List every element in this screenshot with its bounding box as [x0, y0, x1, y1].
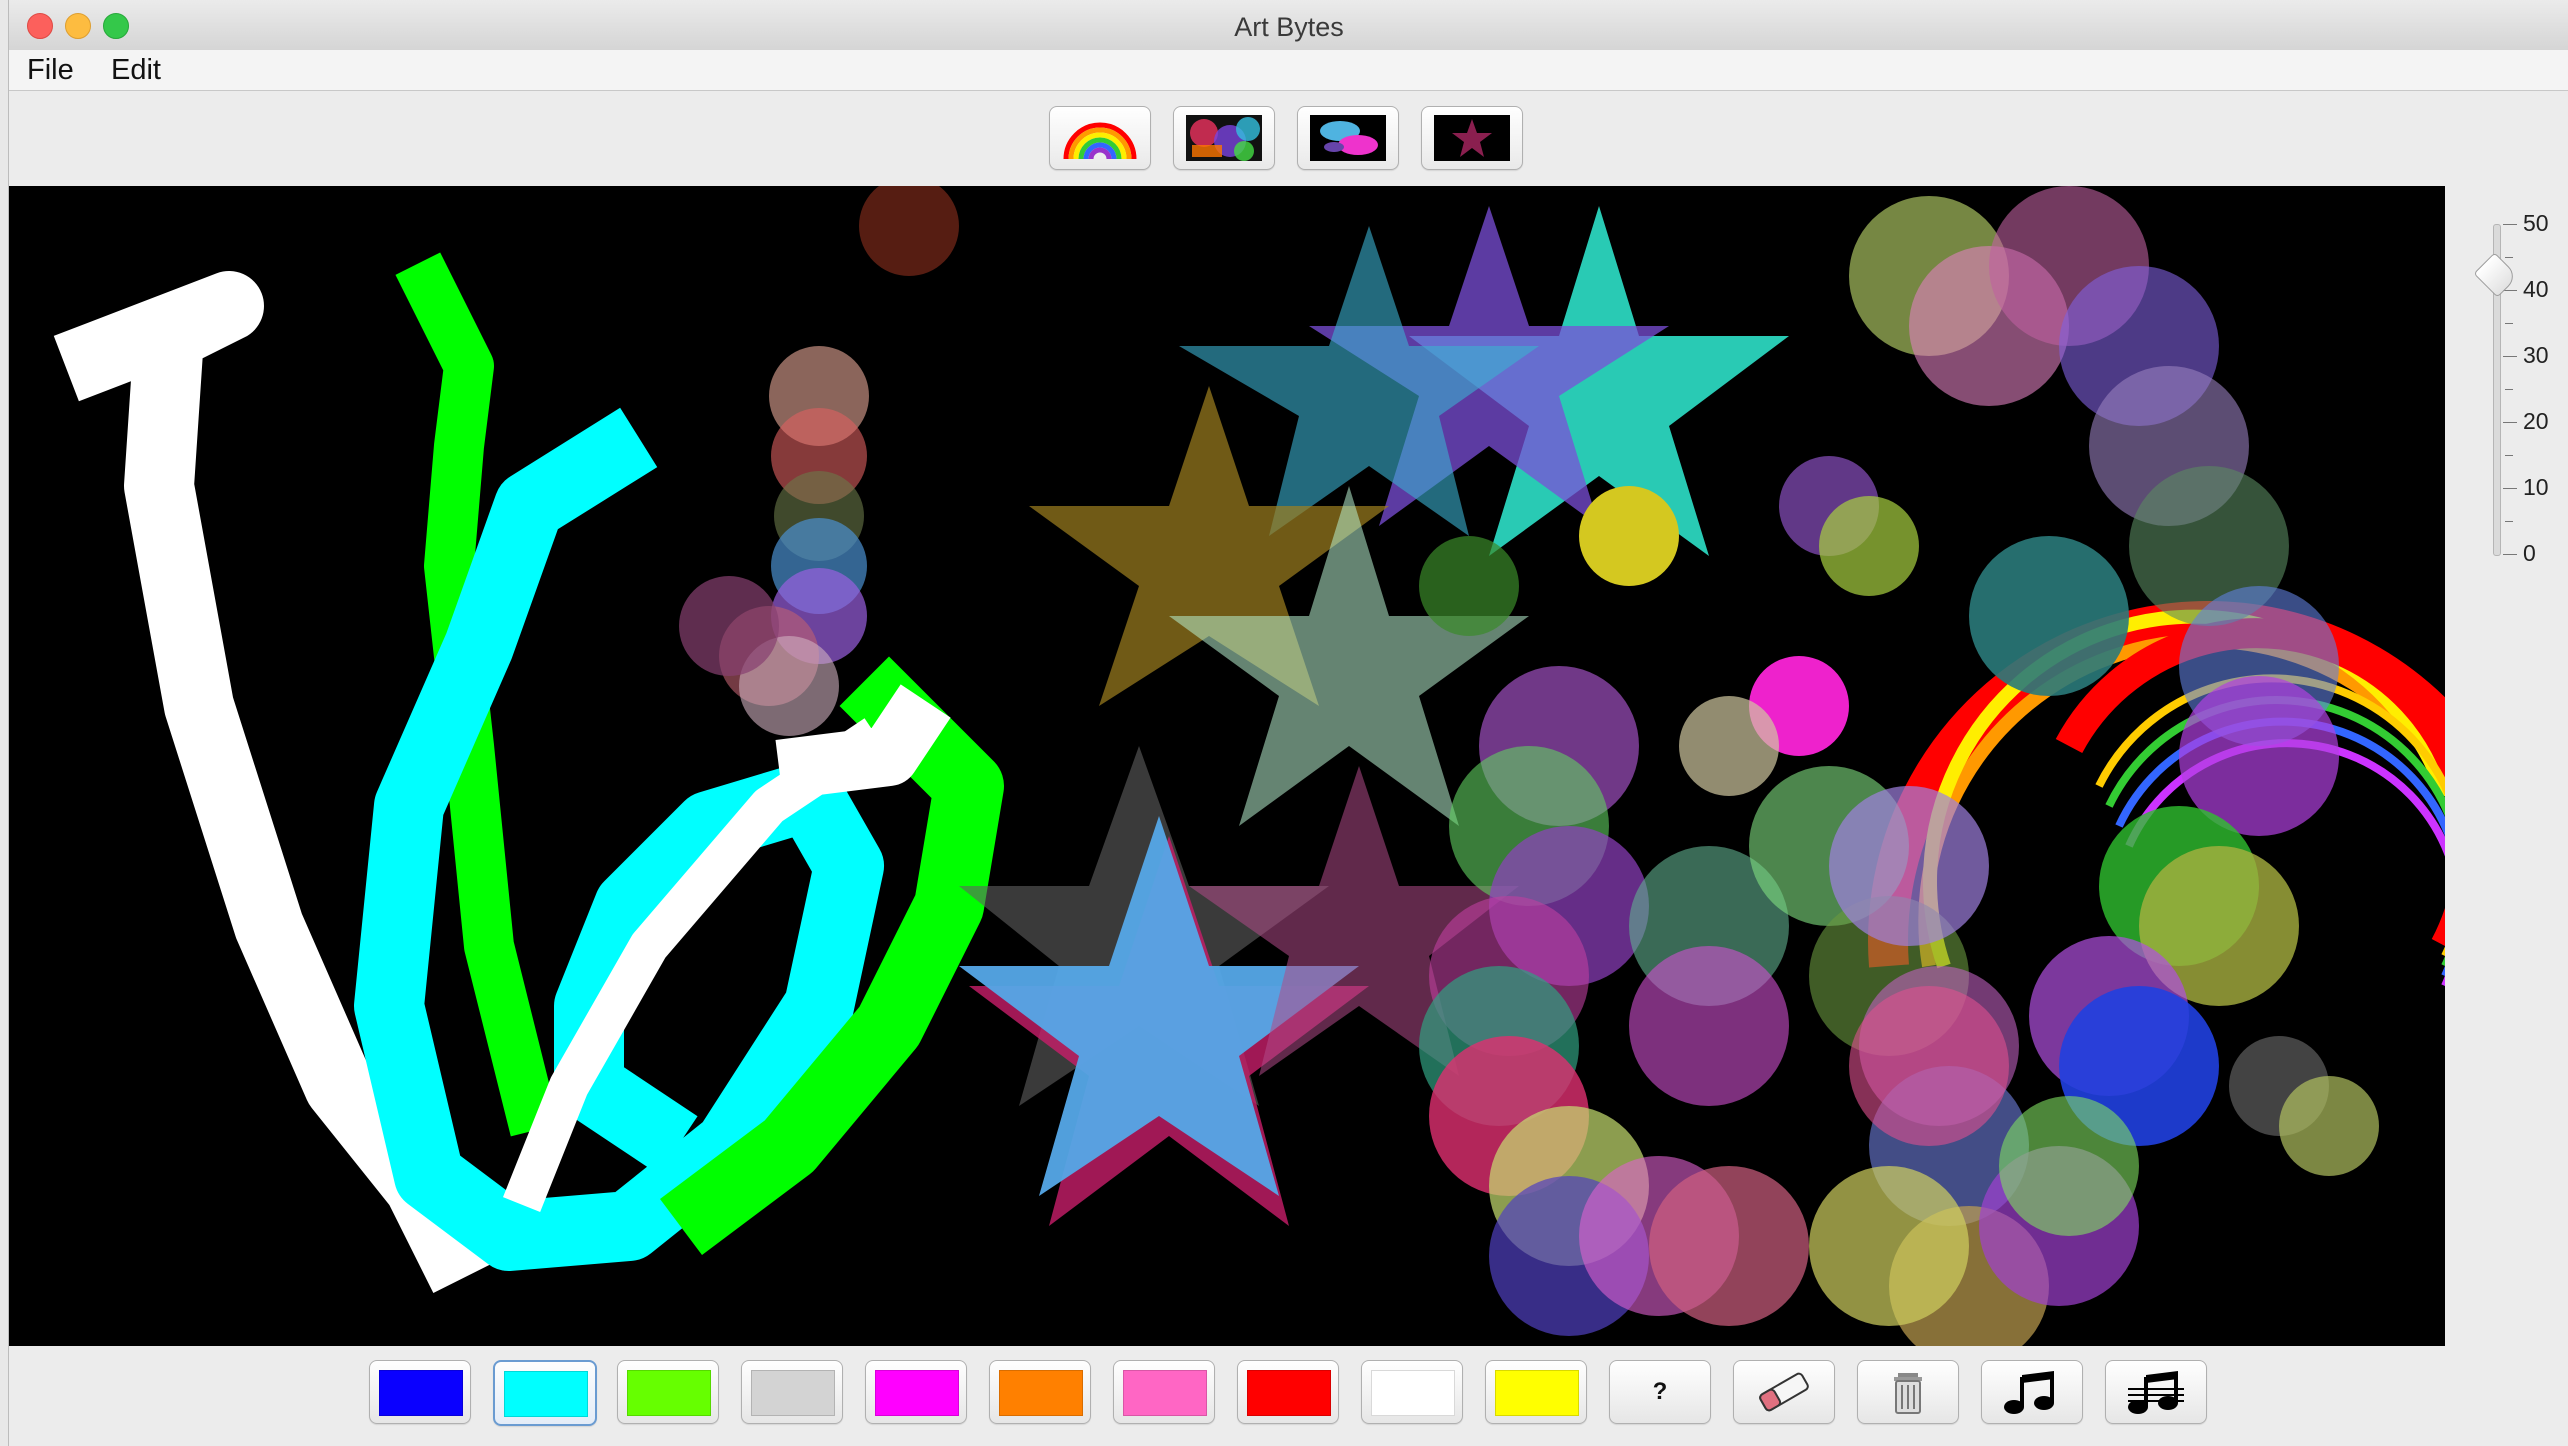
rainbow-icon: [1063, 122, 1137, 160]
ovals-icon: [1310, 115, 1386, 161]
eraser-icon: [1759, 1372, 1809, 1412]
title-bar: Art Bytes: [9, 0, 2568, 51]
music-off-button[interactable]: [2105, 1360, 2207, 1424]
color-swatch: [504, 1371, 588, 1417]
color-green-button[interactable]: [617, 1360, 719, 1424]
slider-tick: [2503, 290, 2517, 291]
menu-file[interactable]: File: [27, 54, 74, 87]
slider-tick: [2503, 422, 2517, 423]
clear-canvas-button[interactable]: [1857, 1360, 1959, 1424]
window-title: Art Bytes: [1234, 12, 1344, 42]
star-stamp-button[interactable]: [1421, 106, 1523, 170]
rainbow-stamp-button[interactable]: [1049, 106, 1151, 170]
color-swatch: [1371, 1370, 1455, 1416]
color-swatch: [751, 1370, 835, 1416]
slider-tick: [2503, 554, 2517, 555]
drawing-canvas[interactable]: [9, 186, 2445, 1346]
color-swatch: [1247, 1370, 1331, 1416]
music-on-button[interactable]: [1981, 1360, 2083, 1424]
trash-icon: [1894, 1373, 1922, 1414]
ovals-stamp-button[interactable]: [1297, 106, 1399, 170]
color-swatch: [1123, 1370, 1207, 1416]
color-magenta-button[interactable]: [865, 1360, 967, 1424]
slider-tick: [2505, 455, 2513, 456]
color-swatch: [627, 1370, 711, 1416]
slider-label-0: 0: [2523, 540, 2536, 566]
palette-toolbar: ?: [9, 1360, 2568, 1432]
slider-label-10: 10: [2523, 474, 2549, 500]
color-gray-button[interactable]: [741, 1360, 843, 1424]
slider-label-30: 30: [2523, 342, 2549, 368]
color-yellow-button[interactable]: [1485, 1360, 1587, 1424]
color-white-button[interactable]: [1361, 1360, 1463, 1424]
music-note-muted-icon: [2128, 1371, 2184, 1414]
brush-size-slider[interactable]: 50 40 30 20 10 0: [2469, 200, 2568, 570]
stamp-toolbar: [9, 106, 2568, 174]
artwork: [53, 186, 2445, 1346]
color-pink-button[interactable]: [1113, 1360, 1215, 1424]
collage-icon: [1186, 115, 1262, 161]
random-color-label: ?: [1652, 1378, 1668, 1405]
menu-bar: File Edit: [9, 50, 2568, 91]
eraser-button[interactable]: [1733, 1360, 1835, 1424]
menu-edit[interactable]: Edit: [111, 54, 161, 87]
music-note-icon: [2004, 1371, 2054, 1414]
slider-tick: [2503, 356, 2517, 357]
slider-tick: [2505, 389, 2513, 390]
star-icon: [1434, 115, 1510, 161]
slider-tick: [2505, 257, 2513, 258]
random-color-button[interactable]: ?: [1609, 1360, 1711, 1424]
color-swatch: [1495, 1370, 1579, 1416]
color-cyan-button[interactable]: [493, 1360, 597, 1426]
slider-tick: [2503, 488, 2517, 489]
color-orange-button[interactable]: [989, 1360, 1091, 1424]
app-window: Art Bytes File Edit 50 40 30 20 10 0 ?: [8, 0, 2568, 1446]
color-blue-button[interactable]: [369, 1360, 471, 1424]
color-swatch: [875, 1370, 959, 1416]
slider-label-50: 50: [2523, 210, 2549, 236]
collage-stamp-button[interactable]: [1173, 106, 1275, 170]
color-swatch: [999, 1370, 1083, 1416]
slider-label-40: 40: [2523, 276, 2549, 302]
slider-tick: [2503, 224, 2517, 225]
slider-tick: [2505, 521, 2513, 522]
color-swatch: [379, 1370, 463, 1416]
slider-label-20: 20: [2523, 408, 2549, 434]
color-red-button[interactable]: [1237, 1360, 1339, 1424]
slider-tick: [2505, 323, 2513, 324]
